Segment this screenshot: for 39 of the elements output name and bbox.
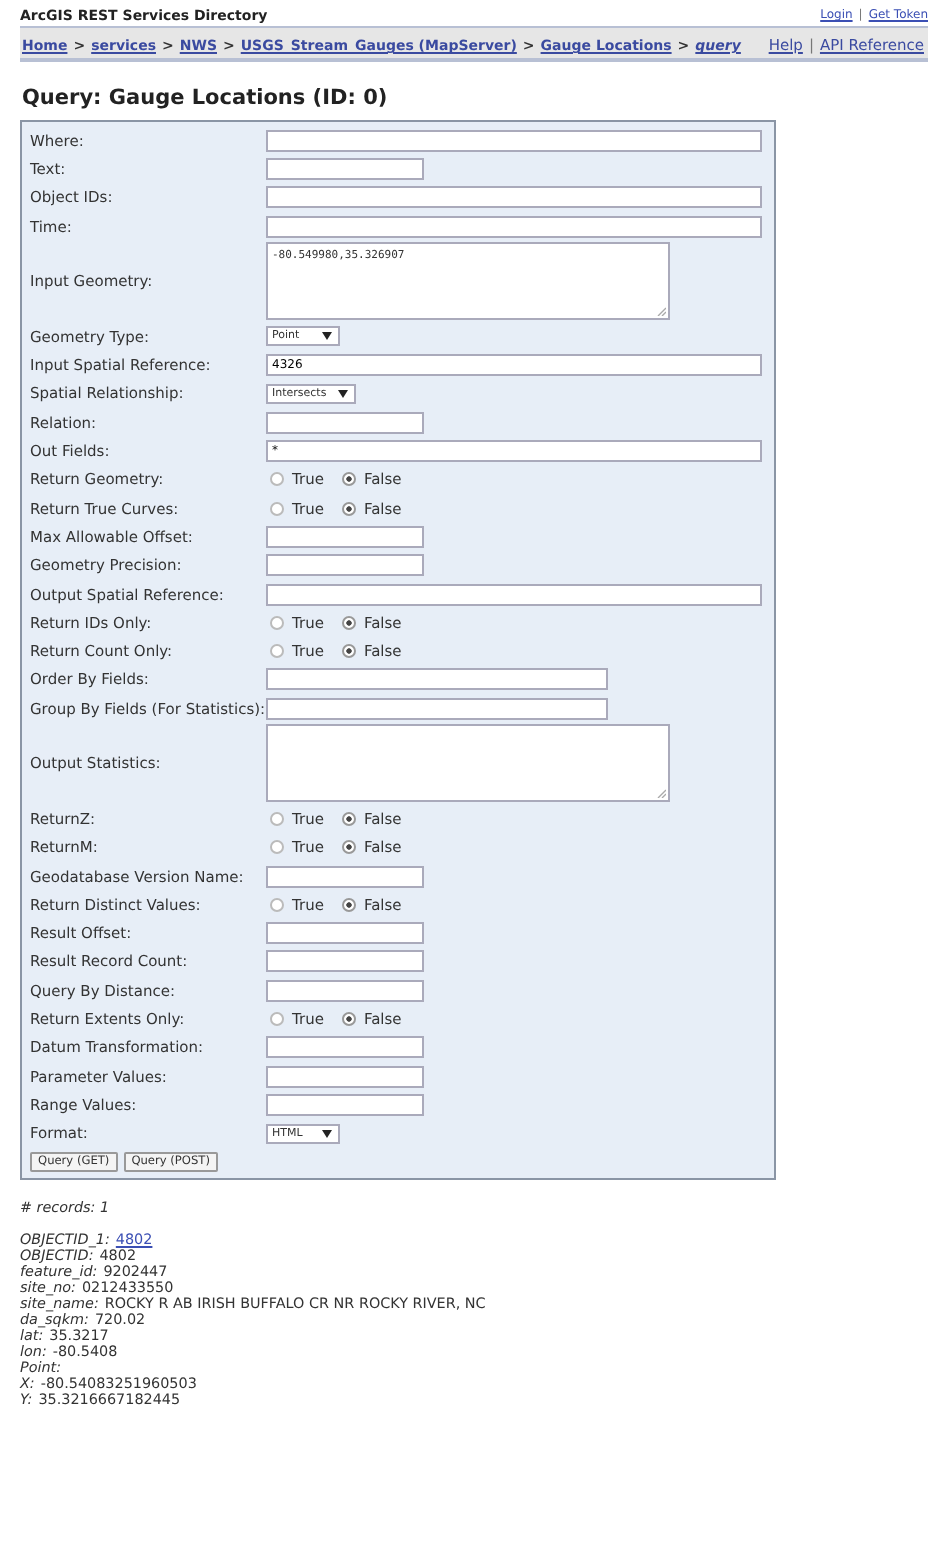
- radio-button[interactable]: [341, 1012, 356, 1027]
- input-field[interactable]: [266, 157, 424, 180]
- input-field[interactable]: [266, 865, 424, 888]
- resize-grip-icon[interactable]: [656, 788, 666, 799]
- radio-button[interactable]: [341, 644, 356, 659]
- radio-button[interactable]: [270, 501, 284, 516]
- input-field[interactable]: [266, 186, 762, 209]
- input-field[interactable]: [266, 668, 608, 691]
- caret-icon: [338, 389, 349, 398]
- input-field[interactable]: [266, 922, 424, 945]
- radio-button[interactable]: [270, 897, 284, 912]
- input-field[interactable]: [266, 1093, 424, 1116]
- input-field[interactable]: [266, 583, 762, 605]
- radio-button[interactable]: [341, 472, 356, 487]
- radio-button[interactable]: [341, 615, 356, 630]
- radio-button[interactable]: [341, 811, 356, 826]
- input-field[interactable]: [266, 554, 424, 577]
- input-field[interactable]: [266, 979, 424, 1002]
- radio-button[interactable]: [341, 840, 356, 855]
- input-field[interactable]: [266, 129, 762, 152]
- input-field[interactable]: [266, 411, 424, 434]
- resize-grip-icon[interactable]: [656, 306, 666, 317]
- caret-icon: [322, 1129, 332, 1138]
- radio-button[interactable]: [270, 811, 284, 826]
- radio-button[interactable]: [270, 840, 284, 855]
- input-field[interactable]: [266, 697, 608, 720]
- input-field[interactable]: [266, 525, 424, 548]
- page-title: Query: Gauge Locations (ID: 0): [22, 86, 390, 110]
- radio-button[interactable]: [270, 644, 284, 659]
- radio-button[interactable]: [341, 897, 356, 912]
- input-field[interactable]: [266, 1065, 424, 1088]
- input-field[interactable]: [266, 950, 424, 973]
- input-field[interactable]: [266, 1036, 424, 1059]
- radio-button[interactable]: [270, 472, 284, 487]
- input-field[interactable]: [266, 215, 762, 238]
- radio-button[interactable]: [270, 1012, 284, 1027]
- radio-button[interactable]: [270, 615, 284, 630]
- radio-button[interactable]: [341, 501, 356, 516]
- caret-icon: [322, 332, 332, 341]
